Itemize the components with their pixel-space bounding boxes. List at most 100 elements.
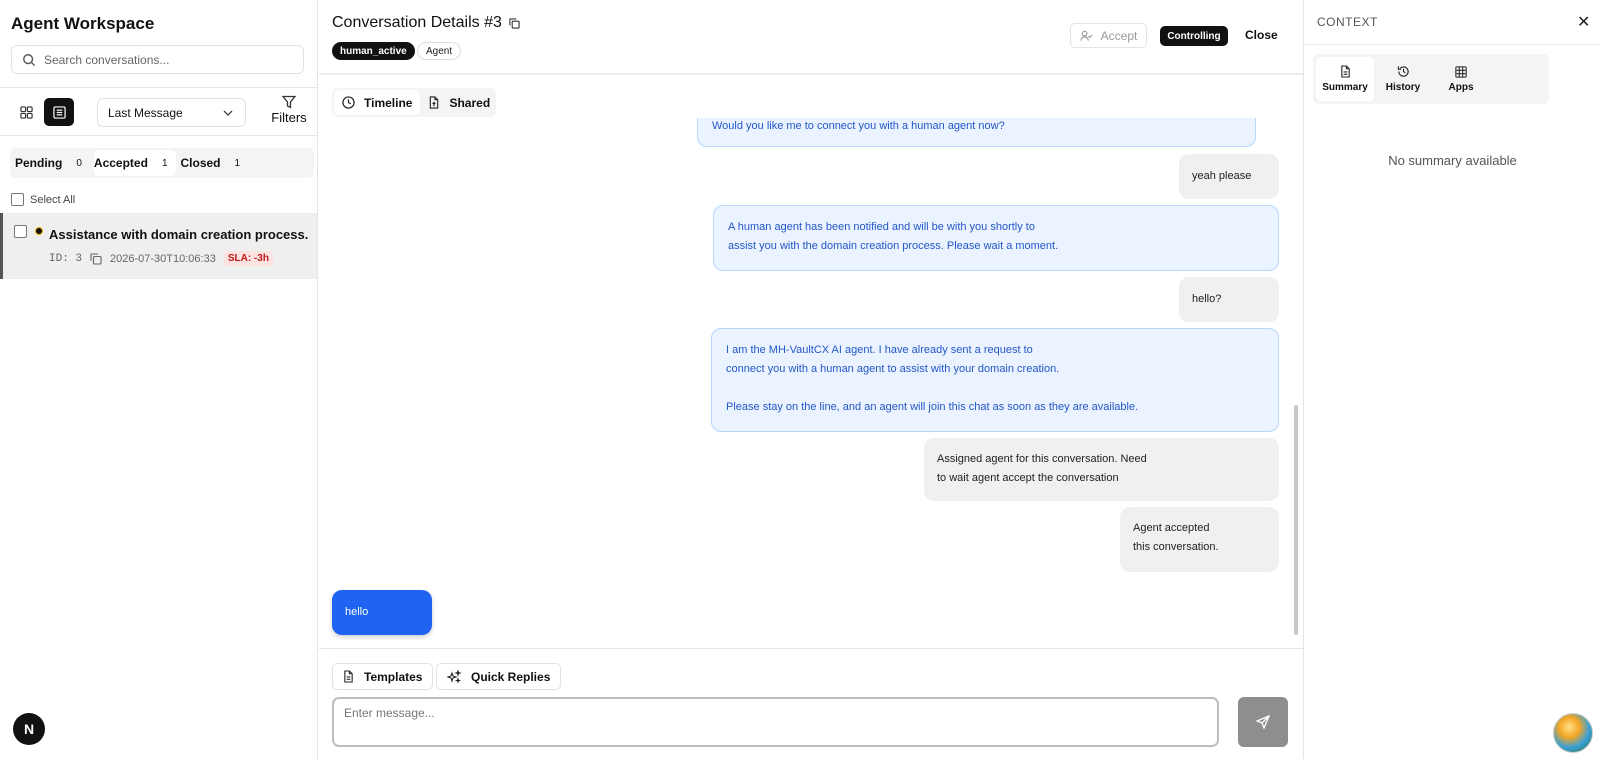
search-input[interactable] xyxy=(44,52,284,67)
conversation-id: ID: 3 xyxy=(49,252,83,265)
sparkles-icon xyxy=(447,669,461,684)
controlling-badge[interactable]: Controlling xyxy=(1160,26,1228,46)
select-all[interactable]: Select All xyxy=(11,193,75,206)
tab-label: Pending xyxy=(15,156,63,170)
message-text: Would you like me to connect you with a … xyxy=(712,120,1005,132)
history-icon xyxy=(1397,66,1409,77)
list-icon xyxy=(52,105,66,119)
sort-select[interactable]: Last Message xyxy=(97,98,246,127)
scrollbar[interactable] xyxy=(1294,405,1298,635)
message-timeline[interactable]: Would you like me to connect you with a … xyxy=(319,118,1291,640)
file-share-icon xyxy=(430,96,439,109)
tab-label: Closed xyxy=(180,156,221,170)
conversation-title: Conversation Details #3 xyxy=(332,14,502,31)
message-line: Assigned agent for this conversation. Ne… xyxy=(937,453,1147,465)
user-check-icon xyxy=(1080,30,1093,41)
list-view-button[interactable] xyxy=(44,98,74,126)
status-tabs: Pending 0 Accepted 1 Closed 1 xyxy=(10,148,314,178)
search-box[interactable] xyxy=(11,45,304,74)
message-line: to wait agent accept the conversation xyxy=(937,472,1119,484)
tab-apps[interactable]: Apps xyxy=(1432,57,1490,101)
templates-label: Templates xyxy=(364,669,423,684)
tab-count: 0 xyxy=(76,157,82,169)
divider xyxy=(319,73,1303,75)
message-line: I am the MH-VaultCX AI agent. I have alr… xyxy=(726,344,1033,356)
accept-label: Accept xyxy=(1100,28,1138,43)
message-line: assist you with the domain creation proc… xyxy=(728,240,1059,252)
filter-icon xyxy=(282,95,296,109)
divider xyxy=(1304,44,1600,45)
tab-summary[interactable]: Summary xyxy=(1316,57,1374,101)
conversation-panel: Conversation Details #3 human_active Age… xyxy=(319,0,1303,759)
document-icon xyxy=(1340,65,1350,78)
view-tabs: Timeline Shared xyxy=(332,88,496,117)
chevron-down-icon xyxy=(223,110,233,116)
message-line: connect you with a human agent to assist… xyxy=(726,363,1060,375)
send-icon xyxy=(1256,715,1270,729)
select-all-label: Select All xyxy=(30,193,76,206)
conversation-header: Conversation Details #3 xyxy=(332,14,520,32)
sort-select-value: Last Message xyxy=(108,105,183,120)
message-text: hello? xyxy=(1192,293,1222,305)
accept-button[interactable]: Accept xyxy=(1070,23,1147,48)
tab-shared[interactable]: Shared xyxy=(420,90,498,115)
clock-icon xyxy=(342,96,355,109)
tab-accepted[interactable]: Accepted 1 xyxy=(93,150,176,176)
sla-badge: SLA: -3h xyxy=(223,251,273,266)
message-text: yeah please xyxy=(1192,170,1252,182)
copy-icon[interactable] xyxy=(90,252,102,265)
agent-message: hello xyxy=(332,590,432,635)
quick-replies-button[interactable]: Quick Replies xyxy=(436,663,562,690)
tab-label: Apps xyxy=(1448,81,1474,93)
send-button[interactable] xyxy=(1238,697,1288,747)
tab-label: Shared xyxy=(449,95,491,110)
search-icon xyxy=(23,53,36,66)
tab-count: 1 xyxy=(234,157,241,169)
tab-label: Timeline xyxy=(364,95,413,110)
compose-box[interactable] xyxy=(332,697,1219,747)
framework-badge[interactable]: N xyxy=(13,713,45,745)
context-title: CONTEXT xyxy=(1317,15,1378,29)
filters-button[interactable]: Filters xyxy=(264,95,314,125)
bot-message: I am the MH-VaultCX AI agent. I have alr… xyxy=(711,328,1279,432)
status-tag: human_active xyxy=(332,42,415,60)
tab-timeline[interactable]: Timeline xyxy=(334,90,421,115)
tab-label: History xyxy=(1385,82,1421,93)
role-tag: Agent xyxy=(417,42,462,60)
conversation-checkbox[interactable] xyxy=(14,225,27,238)
message-input[interactable] xyxy=(344,706,1207,738)
close-button[interactable]: Close xyxy=(1245,28,1278,42)
filters-label: Filters xyxy=(271,110,307,125)
document-icon xyxy=(344,670,353,683)
divider xyxy=(0,135,318,136)
conversation-list-item[interactable]: Assistance with domain creation process.… xyxy=(0,213,317,279)
bot-message: A human agent has been notified and will… xyxy=(713,205,1279,271)
tab-label: Accepted xyxy=(93,156,148,170)
grid-icon xyxy=(1455,65,1467,78)
message-line: Agent accepted xyxy=(1133,522,1210,534)
tab-history[interactable]: History xyxy=(1374,57,1432,101)
divider xyxy=(0,87,318,88)
templates-button[interactable]: Templates xyxy=(332,663,434,690)
tab-count: 1 xyxy=(161,157,168,169)
context-panel: CONTEXT ✕ Summary History Apps No summar… xyxy=(1303,0,1600,759)
tab-pending[interactable]: Pending 0 xyxy=(15,150,88,176)
divider xyxy=(319,648,1303,649)
tab-closed[interactable]: Closed 1 xyxy=(181,150,247,176)
message-line: A human agent has been notified and will… xyxy=(728,221,1035,233)
close-icon[interactable]: ✕ xyxy=(1577,12,1590,32)
conversation-timestamp: 2026-07-30T10:06:33 xyxy=(110,252,216,265)
tab-label: Summary xyxy=(1322,82,1368,93)
message-text: hello xyxy=(345,606,369,618)
assistant-avatar[interactable] xyxy=(1553,713,1593,753)
system-message: Agent accepted this conversation. xyxy=(1120,507,1279,572)
message-line: this conversation. xyxy=(1133,541,1219,553)
grid-view-button[interactable] xyxy=(11,98,41,126)
user-message: yeah please xyxy=(1179,154,1279,199)
conversation-title: Assistance with domain creation process. xyxy=(49,227,309,242)
context-tabs: Summary History Apps xyxy=(1313,54,1549,104)
empty-summary-text: No summary available xyxy=(1388,153,1517,168)
copy-icon[interactable] xyxy=(509,17,520,29)
message-line: Please stay on the line, and an agent wi… xyxy=(726,401,1139,413)
select-all-checkbox[interactable] xyxy=(11,193,24,206)
